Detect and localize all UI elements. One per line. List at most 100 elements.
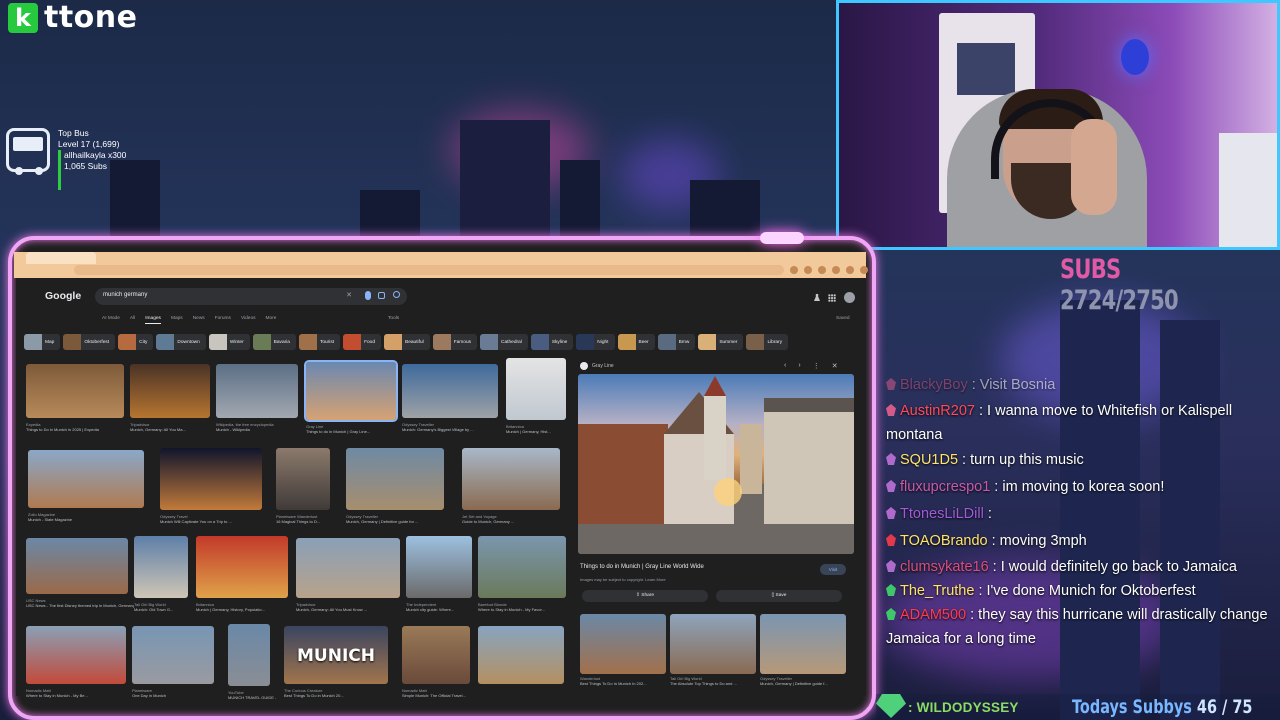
- result-caption[interactable]: Jet Set and Voyage Guide to Munich, Germa…: [462, 514, 566, 524]
- result-caption[interactable]: Odyssey Traveller Munich: Germany's Bigge…: [402, 422, 504, 432]
- search-input[interactable]: munich germany ✕: [95, 288, 407, 305]
- result-image[interactable]: [228, 624, 270, 686]
- chip-library[interactable]: Library: [746, 334, 789, 350]
- related-image[interactable]: [580, 614, 666, 674]
- prev-icon[interactable]: ‹: [784, 362, 786, 370]
- result-image[interactable]: [402, 364, 498, 418]
- result-image[interactable]: [134, 536, 188, 598]
- related-caption[interactable]: Wanderlust Best Things To Do In Munich In…: [580, 676, 666, 686]
- chip-beer[interactable]: Beer: [617, 334, 655, 350]
- chip-city[interactable]: City: [118, 334, 154, 350]
- next-icon[interactable]: ›: [798, 362, 800, 370]
- result-caption[interactable]: Barefoot Blonde Where to Stay in Munich -…: [478, 602, 572, 612]
- result-caption[interactable]: The Independent Munich city guide: Where.…: [406, 602, 478, 612]
- result-image[interactable]: [196, 536, 288, 598]
- panel-title[interactable]: Things to do in Munich | Gray Line World…: [580, 564, 704, 570]
- result-image[interactable]: [132, 626, 214, 684]
- panel-source-name[interactable]: Gray Line: [592, 363, 614, 369]
- tab-news[interactable]: News: [193, 316, 205, 324]
- result-image[interactable]: [130, 364, 210, 418]
- tab-forums[interactable]: Forums: [215, 316, 231, 324]
- tab-all[interactable]: All: [130, 316, 135, 324]
- result-image[interactable]: [406, 536, 472, 598]
- chip-night[interactable]: Night: [576, 334, 615, 350]
- chip-cathedral[interactable]: Cathedral: [480, 334, 528, 350]
- result-caption[interactable]: Britannica Munich | Germany, Hist...: [506, 424, 572, 434]
- related-caption[interactable]: Tall Girl Big World The Absolute Top Thin…: [670, 676, 756, 686]
- address-bar[interactable]: [74, 265, 784, 275]
- result-image[interactable]: [478, 626, 564, 684]
- tools-button[interactable]: Tools: [388, 316, 399, 321]
- result-image[interactable]: [304, 360, 398, 422]
- preview-image[interactable]: [578, 374, 854, 554]
- result-caption[interactable]: Planetware Wanderlust 16 Magical Things t…: [276, 514, 336, 524]
- result-image[interactable]: [478, 536, 566, 598]
- result-image[interactable]: [28, 450, 144, 508]
- result-image[interactable]: [506, 358, 566, 420]
- result-image[interactable]: [26, 538, 128, 594]
- chip-map[interactable]: Map: [24, 334, 61, 350]
- result-caption[interactable]: Wikipedia, the free encyclopedia Munich -…: [216, 422, 304, 432]
- mic-icon[interactable]: [365, 291, 371, 300]
- labs-icon[interactable]: [814, 294, 820, 301]
- result-caption[interactable]: Tripadvisor Munich, Germany: All You Ma..…: [130, 422, 216, 432]
- result-caption[interactable]: Odyssey Travel Munich Will Captivate You …: [160, 514, 268, 524]
- chip-food[interactable]: Food: [343, 334, 382, 350]
- related-image[interactable]: [760, 614, 846, 674]
- chip-bmw[interactable]: Bmw: [657, 334, 696, 350]
- result-caption[interactable]: Planetware One Day in Munich: [132, 688, 220, 698]
- result-image[interactable]: MUNICH: [284, 626, 388, 684]
- result-caption[interactable]: Tall Girl Big World Munich: Old Town G...: [134, 602, 194, 612]
- chip-winter[interactable]: Winter: [208, 334, 250, 350]
- result-caption[interactable]: YouTubeMUNICH TRAVEL GUIDE - 9 Thin...: [228, 690, 276, 700]
- chip-downtown[interactable]: Downtown: [156, 334, 206, 350]
- result-caption[interactable]: Expedia Things to Do in Munich in 2025 | …: [26, 422, 130, 432]
- result-image[interactable]: [296, 538, 400, 598]
- chip-beautiful[interactable]: Beautiful: [384, 334, 430, 350]
- google-logo[interactable]: Google: [45, 290, 81, 302]
- result-caption[interactable]: Nomadic Matt Where to Stay in Munich - My…: [26, 688, 132, 698]
- tab-images[interactable]: Images: [145, 316, 161, 324]
- result-caption[interactable]: Gray Line Things to do in Munich | Gray L…: [306, 424, 402, 434]
- result-image[interactable]: [462, 448, 560, 510]
- lens-icon[interactable]: [378, 292, 385, 299]
- result-caption[interactable]: Odyssey Traveller Munich, Germany | Defin…: [346, 514, 450, 524]
- saved-button[interactable]: Saved: [836, 316, 850, 321]
- result-image[interactable]: [216, 364, 298, 418]
- result-caption[interactable]: The Curious Creature Best Things To Do in…: [284, 688, 394, 698]
- result-image[interactable]: [276, 448, 330, 510]
- google-header-icons: [814, 292, 855, 303]
- tab-maps[interactable]: Maps: [171, 316, 183, 324]
- result-caption[interactable]: Tripadvisor Munich, Germany: All You Must…: [296, 602, 406, 612]
- share-button[interactable]: ⇪ Share: [582, 590, 708, 602]
- related-image[interactable]: [670, 614, 756, 674]
- result-image[interactable]: [160, 448, 262, 510]
- close-icon[interactable]: ✕: [832, 362, 838, 370]
- result-caption[interactable]: Britannica Munich | Germany, History, Pop…: [196, 602, 294, 612]
- tab-ai-mode[interactable]: AI Mode: [102, 316, 120, 324]
- chip-bavaria[interactable]: Bavaria: [252, 334, 296, 350]
- visit-button[interactable]: Visit: [820, 564, 846, 575]
- avatar[interactable]: [844, 292, 855, 303]
- related-caption[interactable]: Odyssey Traveller Munich, Germany | Defin…: [760, 676, 846, 686]
- chip-skyline[interactable]: Skyline: [530, 334, 574, 350]
- result-image[interactable]: [26, 364, 124, 418]
- result-caption[interactable]: USC News USC News - The first Disney them…: [26, 598, 134, 608]
- browser-tab[interactable]: [26, 252, 96, 264]
- search-icon[interactable]: [393, 291, 400, 298]
- result-caption[interactable]: Nomadic Matt Simple Munich: The Official …: [402, 688, 476, 698]
- more-icon[interactable]: ⋮: [813, 362, 820, 370]
- chip-summer[interactable]: Summer: [698, 334, 744, 350]
- tab-more[interactable]: More: [266, 316, 277, 324]
- chip-famous[interactable]: Famous: [432, 334, 478, 350]
- result-image[interactable]: [346, 448, 444, 510]
- result-image[interactable]: [26, 626, 126, 684]
- result-caption[interactable]: Zolio Magazine Munich - Slate Magazine: [28, 512, 150, 522]
- chip-tourist[interactable]: Tourist: [298, 334, 341, 350]
- save-button[interactable]: ▯ Save: [716, 590, 842, 602]
- tab-videos[interactable]: Videos: [241, 316, 256, 324]
- chip-oktoberfest[interactable]: Oktoberfest: [63, 334, 116, 350]
- clear-icon[interactable]: ✕: [346, 291, 352, 299]
- result-image[interactable]: [402, 626, 470, 684]
- apps-grid-icon[interactable]: [828, 293, 836, 302]
